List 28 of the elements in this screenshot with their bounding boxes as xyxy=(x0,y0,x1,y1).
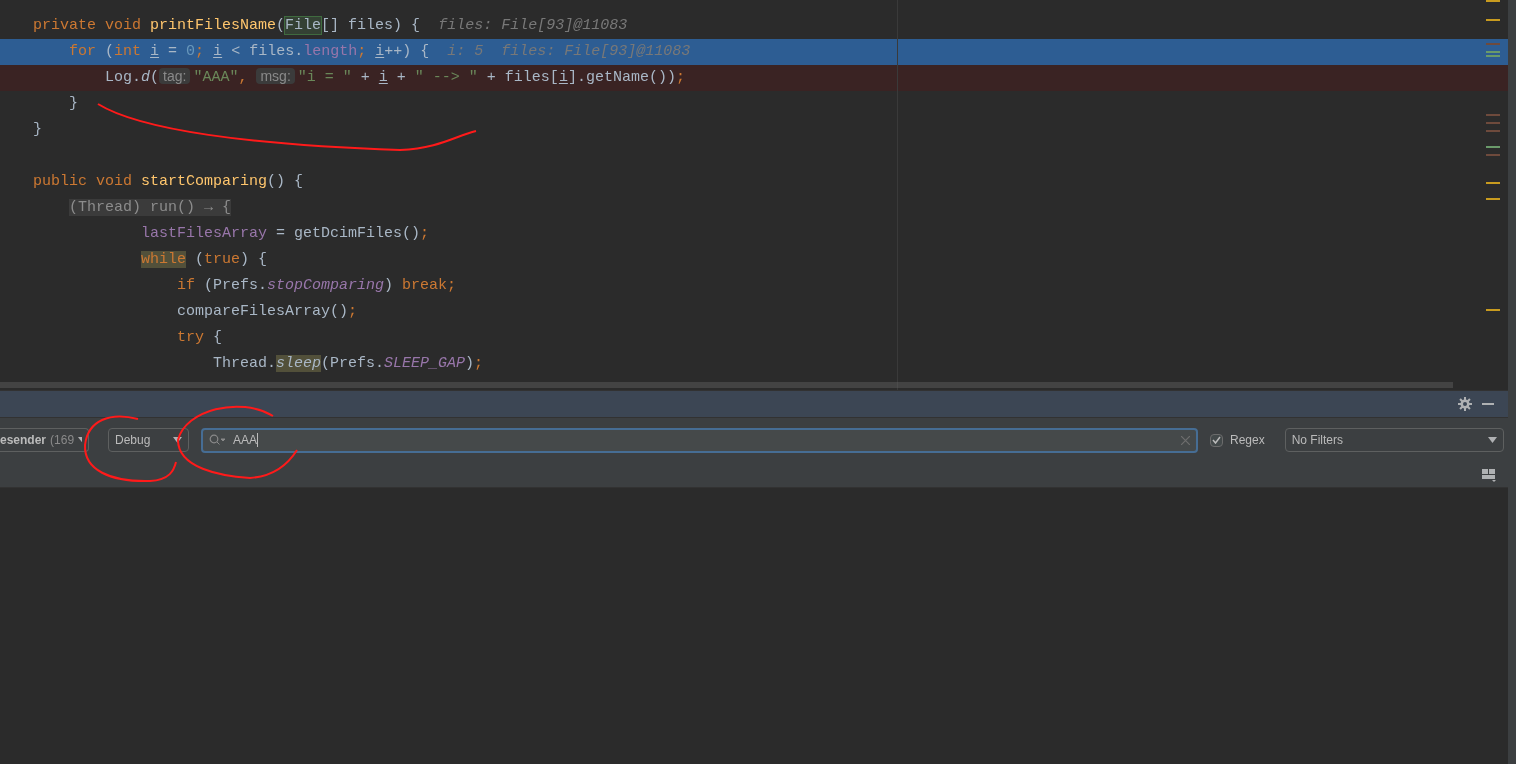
log-level-dropdown[interactable]: Debug xyxy=(108,428,189,452)
code-line: public void startComparing() { xyxy=(33,171,304,192)
code-line: compareFilesArray(); xyxy=(177,301,358,322)
code-line: lastFilesArray = getDcimFiles(); xyxy=(141,223,430,244)
check-icon xyxy=(1212,436,1221,444)
caret-icon xyxy=(1487,437,1497,443)
horizontal-scrollbar[interactable] xyxy=(0,382,1453,388)
regex-checkbox[interactable]: Regex xyxy=(1210,431,1265,449)
process-id: (169 xyxy=(50,432,75,449)
code-line: Log.d( tag: "AAA", msg: "i = " + i + " --> " + files[i].getName()); xyxy=(105,67,685,89)
code-line: try { xyxy=(177,327,223,348)
process-dropdown[interactable]: esender (169 xyxy=(0,428,89,452)
filter-dropdown[interactable]: No Filters xyxy=(1284,428,1504,452)
caret-icon xyxy=(78,437,82,443)
code-line: for (int i = 0; i < files.length; i++) { i: 5 files: File[93]@11083 xyxy=(69,41,691,62)
code-line: } xyxy=(33,119,42,140)
code-line: private void printFilesName(File[] files) { files: File[93]@11083 xyxy=(33,15,628,36)
code-line: } xyxy=(69,93,78,114)
code-line: Thread.sleep(Prefs.SLEEP_GAP); xyxy=(213,353,484,374)
code-line: if (Prefs.stopComparing) break; xyxy=(177,275,457,296)
search-icon xyxy=(209,434,225,446)
settings-icon[interactable] xyxy=(1458,397,1472,411)
search-field[interactable]: AAA xyxy=(201,427,1198,453)
code-line: while (true) { xyxy=(141,249,268,270)
search-query: AAA xyxy=(233,432,257,449)
layout-icon[interactable] xyxy=(1482,467,1496,482)
process-name: esender xyxy=(0,432,47,449)
caret-icon xyxy=(173,437,182,443)
